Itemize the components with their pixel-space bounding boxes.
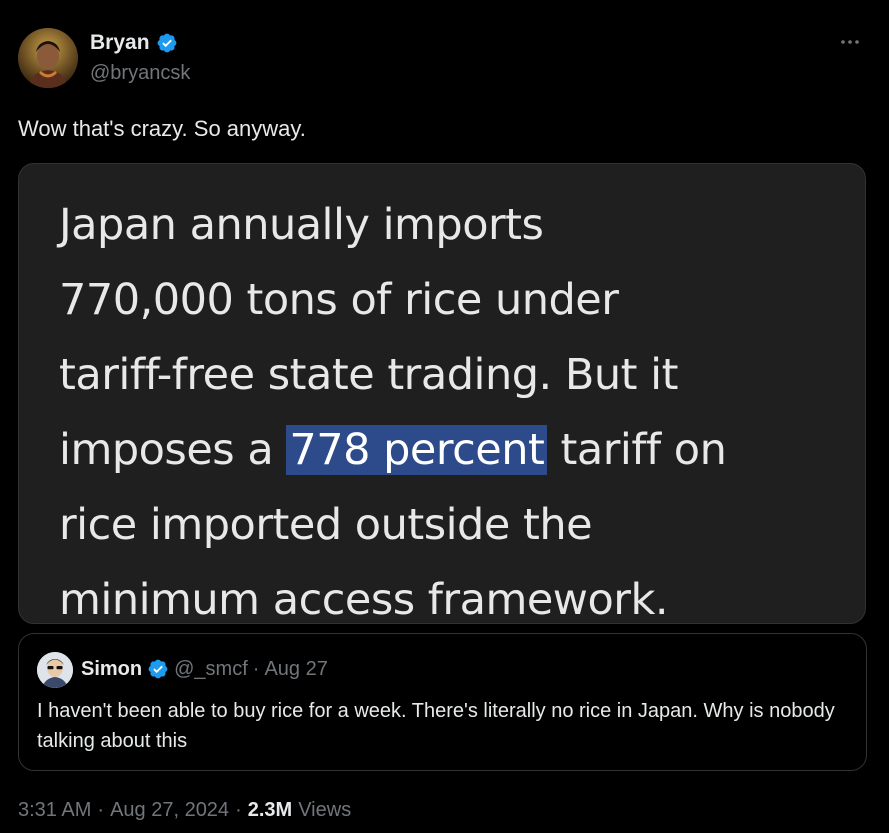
quoted-author-name: Simon — [81, 658, 143, 680]
meta-separator-1: · — [97, 799, 105, 821]
quoted-separator: · — [252, 658, 260, 680]
media-highlighted-text: 778 percent — [286, 425, 548, 475]
verified-badge-icon — [156, 32, 178, 54]
views-count: 2.3M — [247, 799, 293, 821]
media-text-block: Japan annually imports 770,000 tons of r… — [59, 188, 849, 624]
more-horizontal-icon — [841, 40, 859, 44]
quoted-verified-badge-icon — [147, 658, 169, 680]
tweet-media-image[interactable]: Japan annually imports 770,000 tons of r… — [18, 163, 866, 624]
media-line-1: Japan annually imports — [59, 200, 544, 250]
author-name[interactable]: Bryan — [90, 30, 150, 56]
author-handle[interactable]: @bryancsk — [90, 60, 190, 86]
media-line-2: 770,000 tons of rice under — [59, 275, 619, 325]
quoted-author-handle: @_smcf — [174, 658, 248, 680]
media-line-5: rice imported outside the — [59, 500, 593, 550]
media-line-4: imposes a 778 percent tariff on — [59, 413, 849, 488]
tweet-meta: 3:31 AM · Aug 27, 2024 · 2.3M Views — [18, 797, 351, 823]
quoted-header: Simon @_smcf · Aug 27 — [81, 656, 328, 682]
quoted-tweet[interactable]: Simon @_smcf · Aug 27 I haven't been abl… — [18, 633, 867, 771]
tweet-time[interactable]: 3:31 AM — [18, 797, 91, 823]
author-avatar-image — [18, 28, 78, 88]
tweet-date[interactable]: Aug 27, 2024 — [110, 797, 229, 823]
media-line-4-after: tariff on — [547, 425, 727, 475]
quoted-date: Aug 27 — [264, 658, 328, 680]
meta-separator-2: · — [235, 799, 242, 821]
quoted-text: I haven't been able to buy rice for a we… — [37, 700, 835, 752]
author-avatar[interactable] — [18, 28, 78, 88]
media-line-3: tariff-free state trading. But it — [59, 350, 678, 400]
media-line-4-before: imposes a — [59, 425, 287, 475]
quoted-author-avatar — [37, 652, 73, 688]
views-label: Views — [298, 799, 352, 821]
media-line-6: minimum access framework. — [59, 575, 669, 624]
author-name-row: Bryan — [90, 30, 178, 56]
tweet-text: Wow that's crazy. So anyway. — [18, 116, 306, 141]
more-options-button[interactable] — [833, 28, 867, 56]
